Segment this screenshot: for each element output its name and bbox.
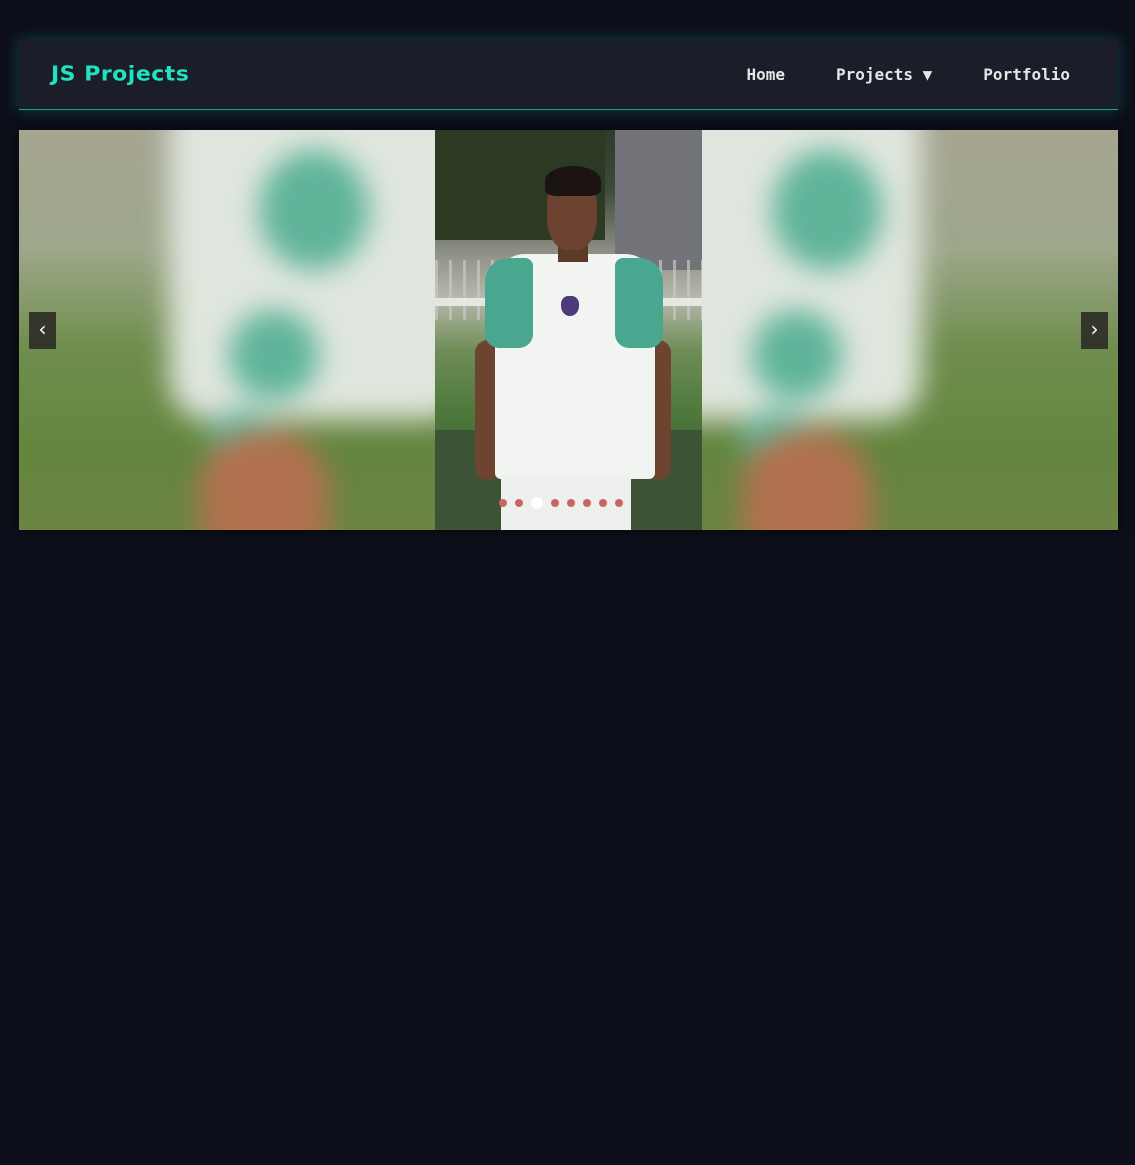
nav-portfolio-link[interactable]: Portfolio [983,65,1070,84]
carousel-dot[interactable] [531,497,543,509]
nav-links: Home Projects ▼ Portfolio [746,65,1070,84]
carousel-prev-button[interactable]: ‹ [29,312,56,349]
navbar: JS Projects Home Projects ▼ Portfolio [19,40,1118,110]
carousel-blurred-background-right [702,130,1118,530]
carousel-dot[interactable] [567,499,575,507]
carousel-dot[interactable] [515,499,523,507]
carousel-indicators [499,497,623,509]
carousel-dot[interactable] [583,499,591,507]
brand-logo[interactable]: JS Projects [51,63,189,86]
carousel-dot[interactable] [551,499,559,507]
carousel-blurred-background-left [19,130,435,530]
carousel-active-photo [435,130,702,530]
carousel-next-button[interactable]: › [1081,312,1108,349]
image-carousel: ‹ › [19,130,1118,530]
carousel-dot[interactable] [599,499,607,507]
carousel-dot[interactable] [615,499,623,507]
nav-home-link[interactable]: Home [746,65,785,84]
nav-projects-dropdown[interactable]: Projects ▼ [836,65,932,84]
carousel-dot[interactable] [499,499,507,507]
